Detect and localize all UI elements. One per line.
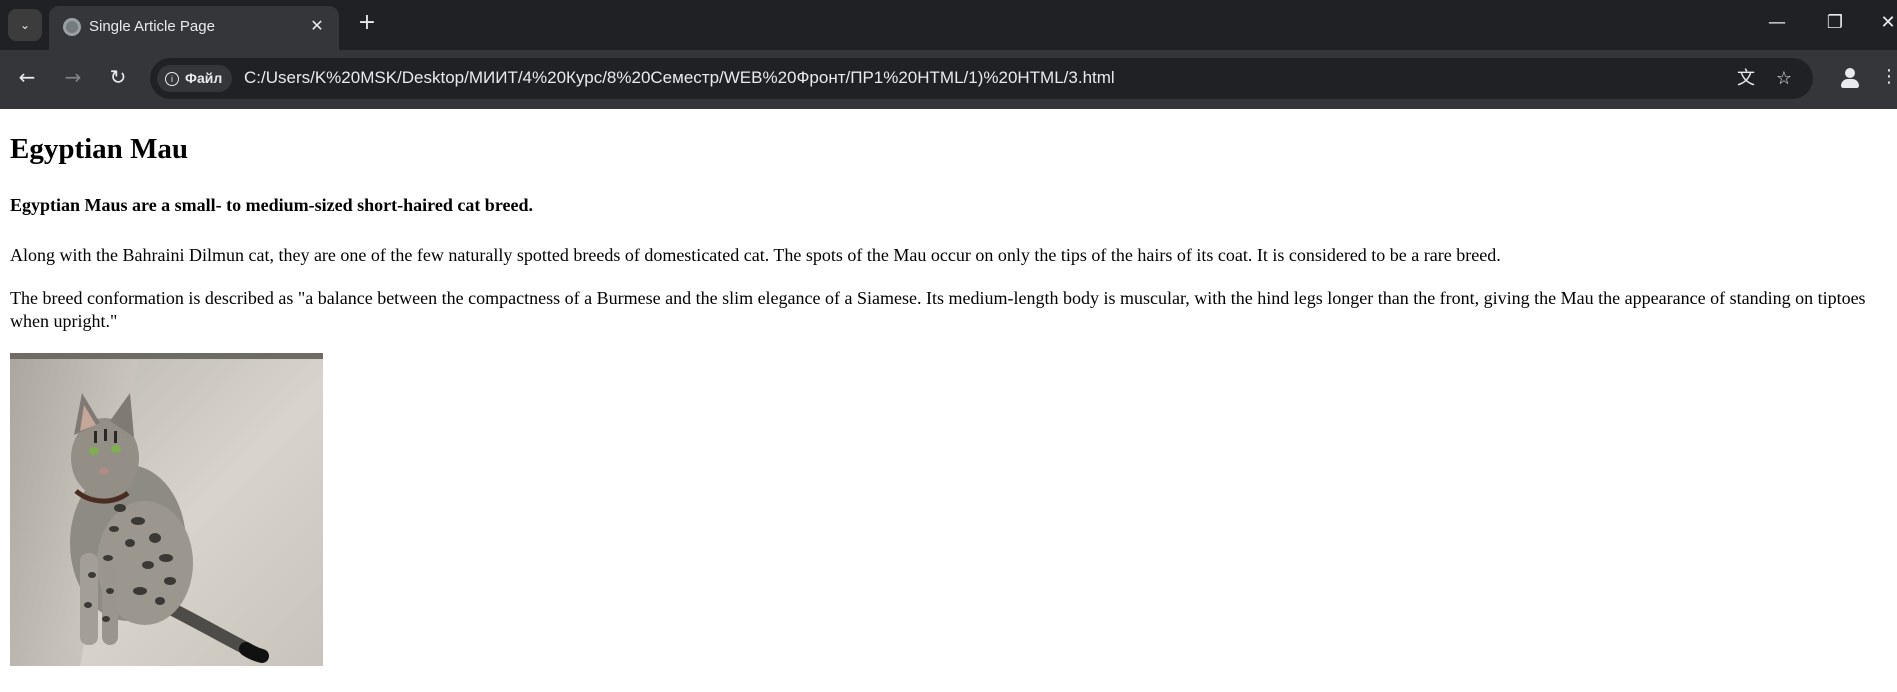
info-icon: i — [165, 72, 179, 86]
close-icon[interactable]: ✕ — [307, 16, 327, 36]
kebab-menu-icon[interactable]: ⋮ — [1880, 62, 1897, 92]
profile-icon[interactable] — [1835, 62, 1865, 92]
article-title: Egyptian Mau — [10, 133, 189, 165]
address-bar[interactable]: i Файл C:/Users/K%20MSK/Desktop/МИИТ/4%2… — [150, 58, 1813, 99]
restore-icon[interactable]: ❐ — [1820, 8, 1850, 38]
article-paragraph: The breed conformation is described as "… — [10, 288, 1866, 331]
arrow-left-icon: ← — [18, 65, 36, 89]
chevron-down-icon[interactable]: ⌄ — [8, 9, 42, 41]
site-chip-label: Файл — [185, 70, 223, 86]
profile-head — [1845, 68, 1855, 78]
browser-chrome: ⌄ Single Article Page ✕ + — ❐ ✕ ← → ↻ i … — [0, 0, 1897, 109]
window-close-icon[interactable]: ✕ — [1873, 8, 1897, 38]
translate-icon[interactable]: 文 — [1733, 66, 1759, 92]
profile-body — [1841, 79, 1859, 88]
star-icon[interactable]: ☆ — [1771, 66, 1797, 92]
back-button[interactable]: ← — [12, 62, 42, 92]
arrow-right-icon: → — [64, 65, 82, 89]
article-paragraph: Along with the Bahraini Dilmun cat, they… — [10, 245, 1501, 265]
toolbar: ← → ↻ i Файл C:/Users/K%20MSK/Desktop/МИ… — [0, 50, 1897, 109]
globe-icon — [63, 18, 81, 36]
cat-photo — [10, 353, 323, 666]
page-content: Egyptian Mau Egyptian Maus are a small- … — [0, 109, 1897, 692]
url-text[interactable]: C:/Users/K%20MSK/Desktop/МИИТ/4%20Курс/8… — [244, 68, 1115, 88]
plus-icon[interactable]: + — [355, 11, 379, 35]
reload-button[interactable]: ↻ — [103, 62, 133, 92]
forward-button[interactable]: → — [58, 62, 88, 92]
minimize-icon[interactable]: — — [1762, 8, 1792, 38]
tab-single-article[interactable]: Single Article Page ✕ — [49, 6, 339, 50]
tab-strip: ⌄ Single Article Page ✕ + — ❐ ✕ — [0, 0, 1897, 50]
tab-title: Single Article Page — [89, 18, 215, 35]
reload-icon: ↻ — [109, 65, 127, 89]
article-subtitle: Egyptian Maus are a small- to medium-siz… — [10, 195, 533, 215]
site-info-chip[interactable]: i Файл — [157, 65, 232, 92]
